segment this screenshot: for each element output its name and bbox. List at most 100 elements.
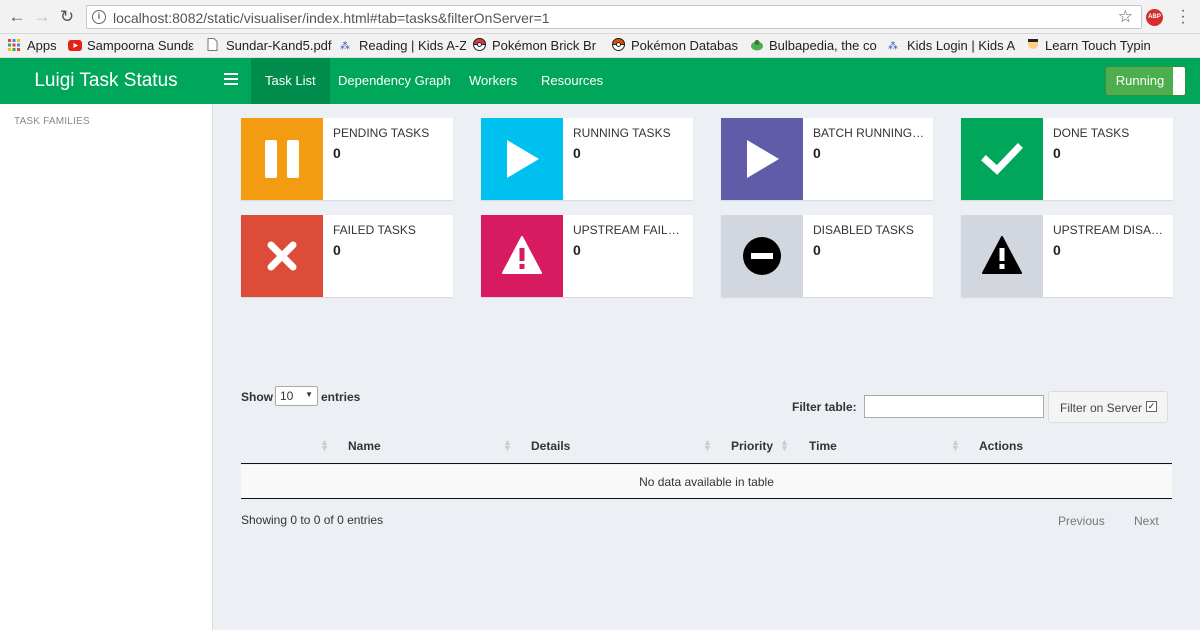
column-priority[interactable]: Priority [731,439,773,453]
info-box-pending[interactable]: PENDING TASKS 0 [241,118,453,200]
hamburger-menu-icon[interactable] [224,73,238,87]
info-box-upstream-disabled[interactable]: UPSTREAM DISABLED 0 [961,215,1173,297]
page-length-select[interactable]: 10 ▼ [275,386,318,406]
bookmarks-bar: Apps Sampoorna Sundε Sundar-Kand5.pdf ⁂ … [0,34,1200,58]
tab-dependency-graph[interactable]: Dependency Graph [324,58,465,104]
filter-table-input[interactable] [864,395,1044,418]
bookmark-sundar-kand[interactable]: Sundar-Kand5.pdf [207,37,333,55]
entries-label: entries [321,390,361,404]
browser-toolbar: ← → ↻ i localhost:8082/static/visualiser… [0,0,1200,34]
bookmark-pokemon-brick[interactable]: Pokémon Brick Br [473,37,601,55]
play-icon [507,140,539,178]
sort-icon[interactable]: ▲ ▼ [780,438,789,453]
info-box-running[interactable]: RUNNING TASKS 0 [481,118,693,200]
info-box-count: 0 [573,145,581,161]
info-box-count: 0 [573,242,581,258]
document-icon [207,38,221,51]
info-box-upstream-failure[interactable]: UPSTREAM FAILURE 0 [481,215,693,297]
batch-running-icon-bg [721,118,803,200]
warning-icon [982,236,1022,274]
info-box-count: 0 [1053,242,1061,258]
bookmark-kids-login[interactable]: ⁂ Kids Login | Kids A [888,37,1016,55]
running-icon-bg [481,118,563,200]
table-info: Showing 0 to 0 of 0 entries [241,513,384,527]
sidebar: TASK FAMILIES [0,104,213,630]
info-box-label: UPSTREAM FAILURE [573,223,685,237]
info-box-label: UPSTREAM DISABLED [1053,223,1165,237]
task-families-heading: TASK FAMILIES [14,116,90,127]
next-page-button[interactable]: Next [1134,514,1159,528]
info-box-label: FAILED TASKS [333,223,416,237]
info-box-disabled[interactable]: DISABLED TASKS 0 [721,215,933,297]
chevron-down-icon: ▼ [305,390,313,399]
check-icon [981,143,1023,175]
info-box-count: 0 [333,242,341,258]
running-toggle-button[interactable]: Running [1105,66,1186,96]
info-box-count: 0 [813,145,821,161]
info-box-batch-running[interactable]: BATCH RUNNING TASKS 0 [721,118,933,200]
bookmark-star-icon[interactable]: ☆ [1118,7,1133,27]
sort-icon[interactable]: ▲ ▼ [320,438,329,453]
info-box-done[interactable]: DONE TASKS 0 [961,118,1173,200]
table-row: No data available in table [241,465,1172,499]
info-box-count: 0 [1053,145,1061,161]
bookmark-apps[interactable]: Apps [8,37,64,55]
adblock-icon[interactable]: ABP [1146,9,1163,26]
reload-icon[interactable]: ↻ [58,8,76,26]
disabled-icon-bg [721,215,803,297]
bookmark-sampoorna[interactable]: Sampoorna Sundε [68,37,196,55]
warning-icon [502,236,542,274]
failed-icon-bg [241,215,323,297]
column-actions: Actions [979,439,1024,453]
info-icon[interactable]: i [92,10,106,24]
apps-grid-icon [8,38,22,51]
svg-text:⁂: ⁂ [340,40,350,51]
kids-az-icon: ⁂ [340,38,354,52]
app-header: Luigi Task Status Task List Dependency G… [0,58,1200,104]
filter-on-server-checkbox[interactable]: ✓ [1146,401,1157,412]
back-icon[interactable]: ← [8,8,26,26]
info-box-label: BATCH RUNNING TASKS [813,126,925,140]
browser-menu-icon[interactable]: · · · [1180,3,1186,31]
pokeball-icon [473,38,487,51]
typing-icon [1026,38,1040,50]
address-bar-url[interactable]: localhost:8082/static/visualiser/index.h… [113,10,550,26]
youtube-icon [68,38,82,51]
info-box-label: DISABLED TASKS [813,223,914,237]
pending-icon-bg [241,118,323,200]
previous-page-button[interactable]: Previous [1058,514,1105,528]
tab-task-list[interactable]: Task List [251,58,330,104]
column-time[interactable]: Time [809,439,837,453]
svg-text:⁂: ⁂ [888,40,898,51]
info-box-label: DONE TASKS [1053,126,1130,140]
pause-icon [265,140,299,178]
upstream-disabled-icon-bg [961,215,1043,297]
table-header: ▲ ▼ Name ▲ ▼ Details ▲ ▼ Priority ▲ ▼ Time ▲… [241,430,1172,464]
info-box-label: RUNNING TASKS [573,126,671,140]
done-icon-bg [961,118,1043,200]
tab-workers[interactable]: Workers [455,58,531,104]
info-box-count: 0 [813,242,821,258]
sort-icon[interactable]: ▲ ▼ [503,438,512,453]
bookmark-pokemon-database[interactable]: Pokémon Databas [612,37,738,55]
info-box-count: 0 [333,145,341,161]
info-box-failed[interactable]: FAILED TASKS 0 [241,215,453,297]
play-icon [747,140,779,178]
sort-icon[interactable]: ▲ ▼ [703,438,712,453]
filter-table-label: Filter table: [792,400,857,414]
filter-on-server-button[interactable]: Filter on Server ✓ [1048,391,1168,423]
kids-az-icon: ⁂ [888,38,902,52]
bookmark-bulbapedia[interactable]: Bulbapedia, the co [750,37,880,55]
column-name[interactable]: Name [348,439,381,453]
bookmark-touch-typing[interactable]: Learn Touch Typin [1026,37,1154,55]
sort-icon[interactable]: ▲ ▼ [951,438,960,453]
forward-icon[interactable]: → [33,8,51,26]
show-label: Show [241,390,273,404]
minus-circle-icon [743,237,781,275]
bookmark-reading-kids[interactable]: ⁂ Reading | Kids A-Z [340,37,466,55]
app-title[interactable]: Luigi Task Status [0,58,212,104]
empty-table-message: No data available in table [639,475,774,489]
column-details[interactable]: Details [531,439,570,453]
address-bar[interactable]: i localhost:8082/static/visualiser/index… [86,5,1142,29]
tab-resources[interactable]: Resources [527,58,617,104]
